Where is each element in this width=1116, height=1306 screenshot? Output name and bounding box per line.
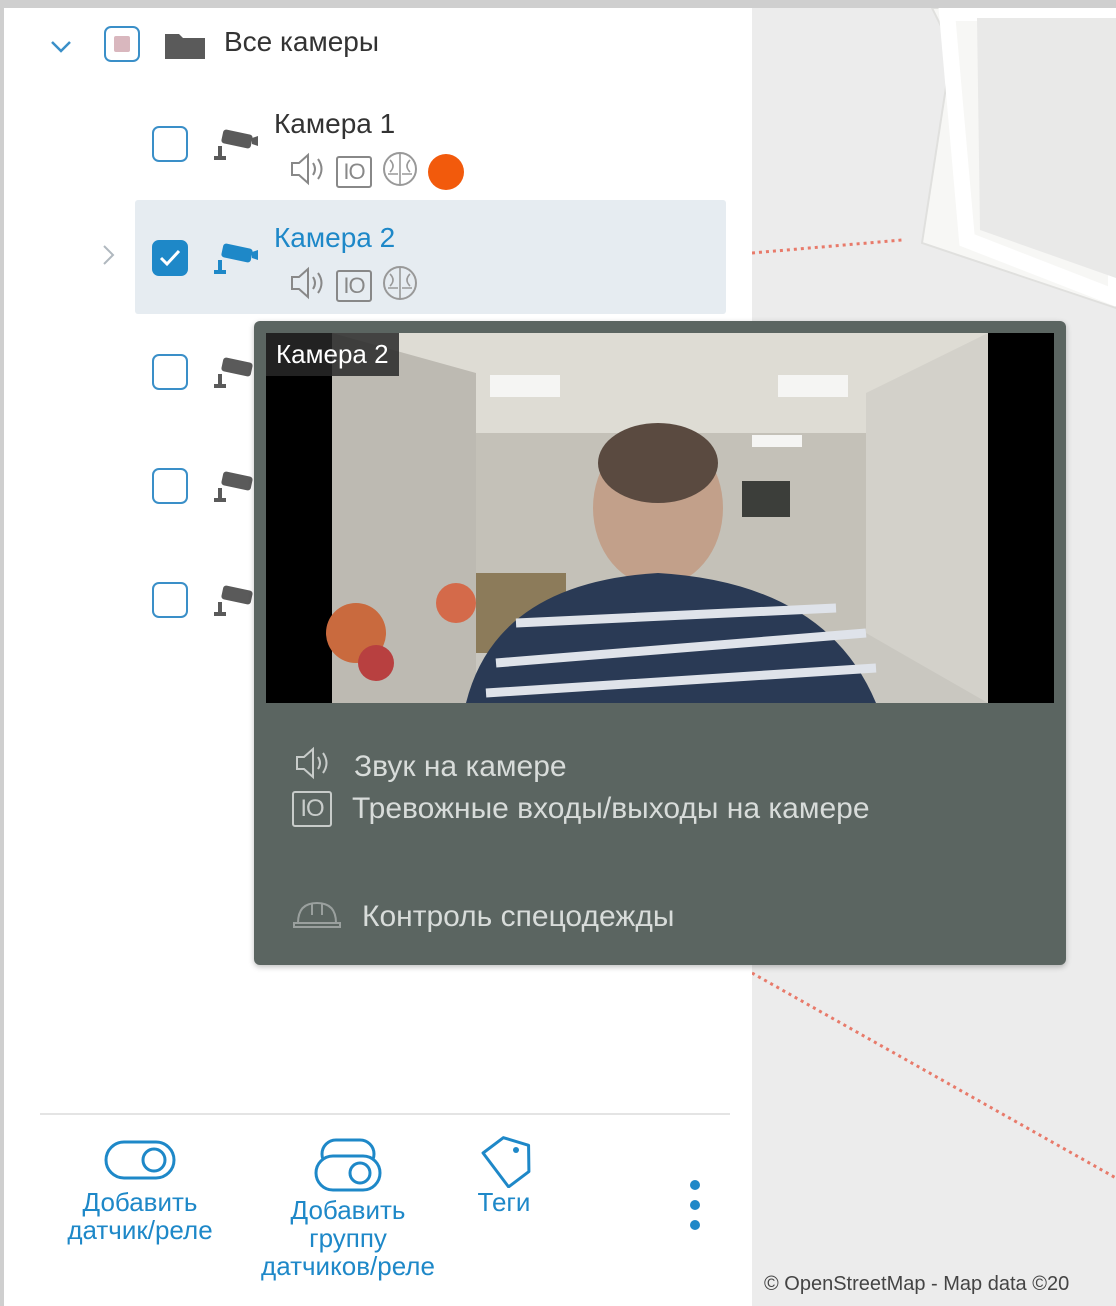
tags-label: Теги: [477, 1187, 531, 1217]
hardhat-icon: [292, 895, 342, 939]
add-sensor-label-line1: Добавить: [82, 1187, 198, 1217]
workwear-feature-label: Контроль спецодежды: [362, 900, 675, 933]
camera-preview-popup: Камера 2 Звук на камере IO Тревожные вхо…: [254, 321, 1066, 965]
camera-icon: [212, 584, 258, 620]
camera-3-checkbox[interactable]: [152, 354, 188, 390]
tags-button[interactable]: Теги: [464, 1132, 544, 1216]
window-top-border: [0, 0, 1116, 8]
camera-1-name[interactable]: Камера 1: [274, 108, 395, 140]
camera-1-checkbox[interactable]: [152, 126, 188, 162]
brain-icon: [380, 264, 420, 307]
add-sensor-group-button[interactable]: Добавить группу датчиков/реле: [248, 1136, 448, 1280]
popup-feature-sound: Звук на камере: [292, 745, 567, 789]
add-group-label-line1: Добавить: [290, 1195, 406, 1225]
io-icon: IO: [336, 269, 372, 302]
root-folder-label[interactable]: Все камеры: [224, 26, 379, 58]
sound-icon: [288, 151, 328, 192]
toggle-icon: [50, 1136, 230, 1188]
add-sensor-label-line2: датчик/реле: [67, 1215, 213, 1245]
camera-2-features: IO: [288, 264, 420, 307]
sound-icon: [292, 745, 334, 789]
camera-icon: [212, 356, 258, 392]
camera-icon: [212, 128, 258, 164]
camera-4-checkbox[interactable]: [152, 468, 188, 504]
popup-feature-workwear: Контроль спецодежды: [292, 895, 674, 939]
video-camera-title: Камера 2: [266, 333, 399, 376]
popup-feature-io: IO Тревожные входы/выходы на камере: [292, 791, 870, 827]
toggle-group-icon: [248, 1136, 448, 1196]
tag-icon: [464, 1132, 544, 1189]
toolbar-divider: [40, 1113, 730, 1115]
io-icon: IO: [292, 791, 332, 827]
add-group-label-line3: датчиков/реле: [261, 1251, 435, 1281]
io-feature-label: Тревожные входы/выходы на камере: [352, 792, 870, 825]
recording-indicator: [428, 153, 464, 190]
io-icon: IO: [336, 155, 372, 188]
camera-icon: [212, 470, 258, 506]
select-all-checkbox[interactable]: [104, 26, 140, 62]
video-frame-image: [266, 333, 1054, 703]
camera-video-preview[interactable]: Камера 2: [266, 333, 1054, 703]
add-group-label-line2: группу: [309, 1223, 387, 1253]
folder-icon: [164, 30, 206, 65]
sound-feature-label: Звук на камере: [354, 750, 567, 783]
brain-icon: [380, 150, 420, 193]
chevron-right-icon[interactable]: [102, 244, 116, 272]
chevron-down-icon[interactable]: [50, 34, 72, 60]
more-vertical-icon[interactable]: [688, 1180, 702, 1240]
map-attribution[interactable]: © OpenStreetMap - Map data ©20: [764, 1273, 1069, 1296]
add-sensor-button[interactable]: Добавить датчик/реле: [50, 1136, 230, 1244]
camera-icon: [212, 242, 258, 278]
camera-5-checkbox[interactable]: [152, 582, 188, 618]
camera-2-checkbox[interactable]: [152, 240, 188, 276]
camera-2-name[interactable]: Камера 2: [274, 222, 395, 254]
sound-icon: [288, 265, 328, 306]
camera-1-features: IO: [288, 150, 464, 193]
